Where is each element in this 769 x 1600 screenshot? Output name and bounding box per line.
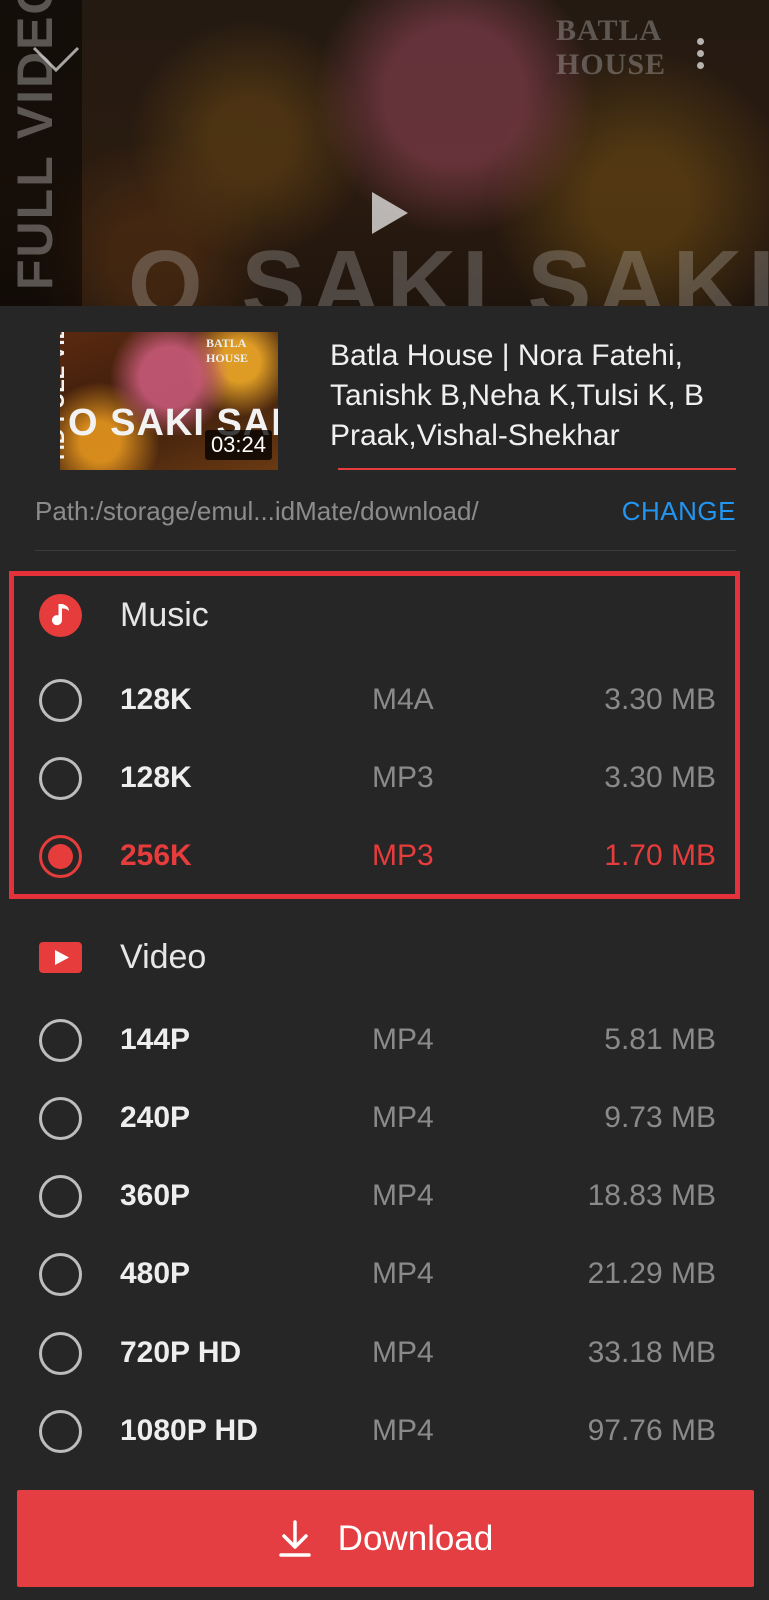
option-format: MP4	[372, 1101, 434, 1134]
radio-button[interactable]	[39, 1175, 82, 1218]
download-path: Path:/storage/emul...idMate/download/	[35, 496, 479, 526]
music-section-header: Music	[0, 586, 769, 646]
collapse-chevron-icon[interactable]	[30, 40, 82, 80]
title-field[interactable]: Batla House | Nora Fatehi, Tanishk B,Neh…	[330, 330, 736, 470]
option-quality: 360P	[120, 1179, 191, 1212]
radio-button[interactable]	[39, 1019, 82, 1062]
video-option-row[interactable]: 144P MP4 5.81 MB	[0, 1013, 769, 1069]
radio-button-selected[interactable]	[39, 835, 82, 878]
duration-badge: 03:24	[204, 430, 272, 460]
option-size: 5.81 MB	[604, 1023, 716, 1056]
radio-button[interactable]	[39, 1253, 82, 1296]
option-size: 21.29 MB	[587, 1257, 716, 1290]
option-quality: 480P	[120, 1257, 191, 1290]
video-option-row[interactable]: 1080P HD MP4 97.76 MB	[0, 1404, 769, 1460]
option-quality: 128K	[120, 683, 192, 716]
option-format: M4A	[372, 683, 434, 716]
radio-button[interactable]	[39, 1097, 82, 1140]
radio-button[interactable]	[39, 1332, 82, 1375]
play-icon[interactable]	[370, 190, 410, 236]
preview-brand-logo: BATLA HOUSE	[556, 14, 667, 81]
option-size: 33.18 MB	[587, 1336, 716, 1369]
download-button[interactable]: Download	[17, 1490, 754, 1587]
option-format: MP4	[372, 1179, 434, 1212]
more-options-icon[interactable]	[693, 38, 707, 78]
media-title[interactable]: Batla House | Nora Fatehi, Tanishk B,Neh…	[330, 330, 736, 456]
option-format: MP3	[372, 761, 434, 794]
option-format: MP4	[372, 1336, 434, 1369]
video-option-row[interactable]: 360P MP4 18.83 MB	[0, 1169, 769, 1225]
option-quality: 256K	[120, 839, 192, 872]
option-size: 9.73 MB	[604, 1101, 716, 1134]
media-info: HD FULL VIDEO O SAKI SAKI BATLA HOUSE 03…	[0, 306, 769, 551]
radio-button[interactable]	[39, 757, 82, 800]
option-quality: 720P HD	[120, 1336, 242, 1369]
change-path-button[interactable]: CHANGE	[622, 496, 736, 527]
video-option-row[interactable]: 480P MP4 21.29 MB	[0, 1247, 769, 1303]
download-arrow-icon	[278, 1519, 311, 1557]
option-quality: 144P	[120, 1023, 191, 1056]
music-option-row[interactable]: 128K MP3 3.30 MB	[0, 751, 769, 807]
option-format: MP3	[372, 839, 434, 872]
music-section-label: Music	[120, 596, 209, 634]
preview-title-overlay: O SAKI SAKI	[128, 231, 769, 306]
media-thumbnail: HD FULL VIDEO O SAKI SAKI BATLA HOUSE 03…	[60, 332, 278, 470]
option-quality: 128K	[120, 761, 192, 794]
radio-button[interactable]	[39, 1410, 82, 1453]
option-format: MP4	[372, 1414, 434, 1447]
music-note-icon	[39, 594, 82, 637]
option-size: 3.30 MB	[604, 683, 716, 716]
thumbnail-brand-text: BATLA HOUSE	[206, 336, 249, 365]
option-quality: 240P	[120, 1101, 191, 1134]
video-section-label: Video	[120, 938, 207, 976]
radio-button[interactable]	[39, 679, 82, 722]
option-size: 3.30 MB	[604, 761, 716, 794]
title-underline	[338, 468, 736, 470]
option-size: 97.76 MB	[587, 1414, 716, 1447]
video-option-row[interactable]: 720P HD MP4 33.18 MB	[0, 1326, 769, 1382]
option-quality: 1080P HD	[120, 1414, 258, 1447]
option-size: 1.70 MB	[604, 839, 716, 872]
video-preview[interactable]: FULL VIDEO O SAKI SAKI BATLA HOUSE	[0, 0, 769, 306]
music-option-row[interactable]: 256K MP3 1.70 MB	[0, 829, 769, 885]
option-size: 18.83 MB	[587, 1179, 716, 1212]
youtube-play-icon	[39, 942, 82, 973]
video-option-row[interactable]: 240P MP4 9.73 MB	[0, 1091, 769, 1147]
divider	[35, 550, 736, 551]
option-format: MP4	[372, 1023, 434, 1056]
music-option-row[interactable]: 128K M4A 3.30 MB	[0, 673, 769, 729]
video-section-header: Video	[0, 928, 769, 988]
download-label: Download	[337, 1518, 494, 1558]
option-format: MP4	[372, 1257, 434, 1290]
